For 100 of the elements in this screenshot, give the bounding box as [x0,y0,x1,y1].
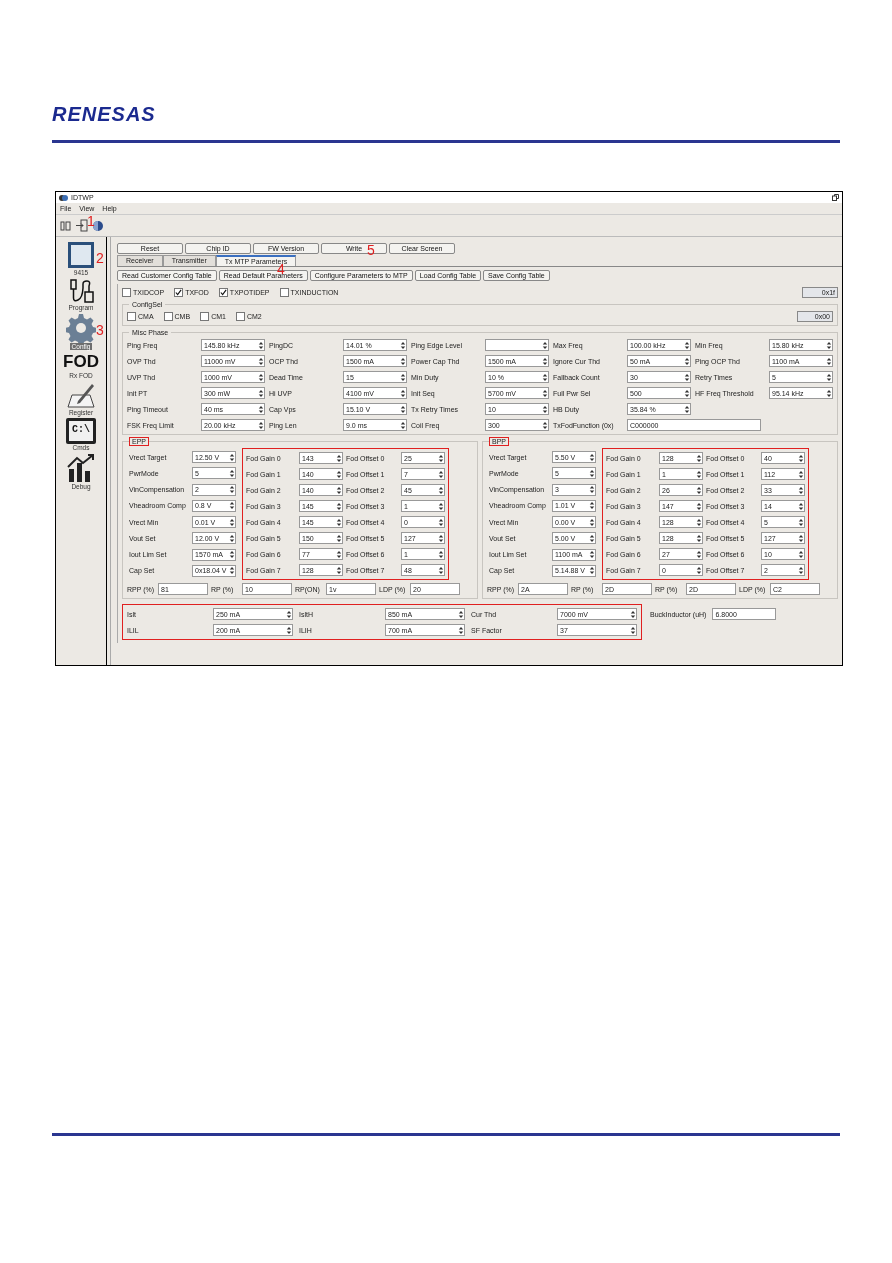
spinner-icon[interactable] [684,404,690,414]
checkbox[interactable] [122,288,131,297]
spinner-icon[interactable] [696,533,702,543]
gear-icon[interactable] [66,313,96,343]
spinner-icon[interactable] [438,501,444,511]
spinner-icon[interactable] [438,453,444,463]
spinner-icon[interactable] [229,550,235,559]
spinner-icon[interactable] [826,388,832,398]
spinner-icon[interactable] [458,609,464,619]
spinner-icon[interactable] [684,356,690,366]
spinner-icon[interactable] [400,388,406,398]
spinner-icon[interactable] [336,501,342,511]
spinner-icon[interactable] [696,453,702,463]
spinner-icon[interactable] [630,609,636,619]
spinner-icon[interactable] [589,452,595,462]
checkbox[interactable] [200,312,210,321]
spinner-icon[interactable] [438,485,444,495]
spinner-icon[interactable] [458,625,464,635]
spinner-icon[interactable] [286,609,292,619]
spinner-icon[interactable] [336,485,342,495]
spinner-icon[interactable] [696,517,702,527]
spinner-icon[interactable] [286,625,292,635]
spinner-icon[interactable] [258,420,264,430]
spinner-icon[interactable] [229,468,235,478]
checkbox[interactable] [174,288,184,297]
fod-icon[interactable]: FOD [63,352,99,372]
spinner-icon[interactable] [258,404,264,414]
spinner-icon[interactable] [336,517,342,527]
spinner-icon[interactable] [542,388,548,398]
spinner-icon[interactable] [798,533,804,543]
spinner-icon[interactable] [589,468,595,478]
spinner-icon[interactable] [542,404,548,414]
spinner-icon[interactable] [589,517,595,527]
spinner-icon[interactable] [229,485,235,494]
spinner-icon[interactable] [798,517,804,527]
exit-icon[interactable] [76,219,88,232]
usb-cable-icon[interactable] [68,278,94,304]
bar-chart-icon[interactable] [66,453,96,483]
port-icon[interactable] [60,219,72,232]
spinner-icon[interactable] [696,549,702,559]
spinner-icon[interactable] [438,549,444,559]
spinner-icon[interactable] [336,565,342,575]
spinner-icon[interactable] [438,565,444,575]
spinner-icon[interactable] [684,372,690,382]
spinner-icon[interactable] [826,356,832,366]
spinner-icon[interactable] [336,549,342,559]
spinner-icon[interactable] [826,372,832,382]
chip-icon[interactable] [67,241,95,269]
spinner-icon[interactable] [684,388,690,398]
spinner-icon[interactable] [798,565,804,575]
half-circle-icon[interactable] [92,219,104,232]
checkbox[interactable] [235,312,245,321]
spinner-icon[interactable] [336,453,342,463]
spinner-icon[interactable] [258,372,264,382]
spinner-icon[interactable] [542,372,548,382]
spin-field[interactable] [485,339,549,351]
spinner-icon[interactable] [589,501,595,511]
spinner-icon[interactable] [589,566,595,576]
terminal-icon[interactable]: C:\ [66,418,96,444]
pen-and-paper-icon[interactable] [66,381,96,409]
spinner-icon[interactable] [696,501,702,511]
spinner-icon[interactable] [229,533,235,543]
spinner-icon[interactable] [229,452,235,462]
spinner-icon[interactable] [400,404,406,414]
restore-icon[interactable] [832,194,839,201]
checkbox[interactable] [218,288,228,297]
spinner-icon[interactable] [798,501,804,511]
spinner-icon[interactable] [258,388,264,398]
spinner-icon[interactable] [798,549,804,559]
spinner-icon[interactable] [258,356,264,366]
spinner-icon[interactable] [229,501,235,511]
spinner-icon[interactable] [696,469,702,479]
spinner-icon[interactable] [696,565,702,575]
spinner-icon[interactable] [438,517,444,527]
spinner-icon[interactable] [400,356,406,366]
spinner-icon[interactable] [400,340,406,350]
spinner-icon[interactable] [229,517,235,527]
spinner-icon[interactable] [826,340,832,350]
spinner-icon[interactable] [798,469,804,479]
spinner-icon[interactable] [542,340,548,350]
spinner-icon[interactable] [696,485,702,495]
spinner-icon[interactable] [542,420,548,430]
checkbox[interactable] [163,312,173,321]
spinner-icon[interactable] [258,340,264,350]
spinner-icon[interactable] [630,625,636,635]
spinner-icon[interactable] [400,420,406,430]
spinner-icon[interactable] [336,533,342,543]
spinner-icon[interactable] [589,550,595,559]
spinner-icon[interactable] [336,469,342,479]
spinner-icon[interactable] [798,485,804,495]
spinner-icon[interactable] [400,372,406,382]
spinner-icon[interactable] [229,566,235,576]
spinner-icon[interactable] [542,356,548,366]
spinner-icon[interactable] [684,340,690,350]
spinner-icon[interactable] [589,485,595,494]
spinner-icon[interactable] [438,469,444,479]
checkbox[interactable] [279,288,289,297]
spinner-icon[interactable] [798,453,804,463]
spinner-icon[interactable] [589,533,595,543]
spinner-icon[interactable] [438,533,444,543]
